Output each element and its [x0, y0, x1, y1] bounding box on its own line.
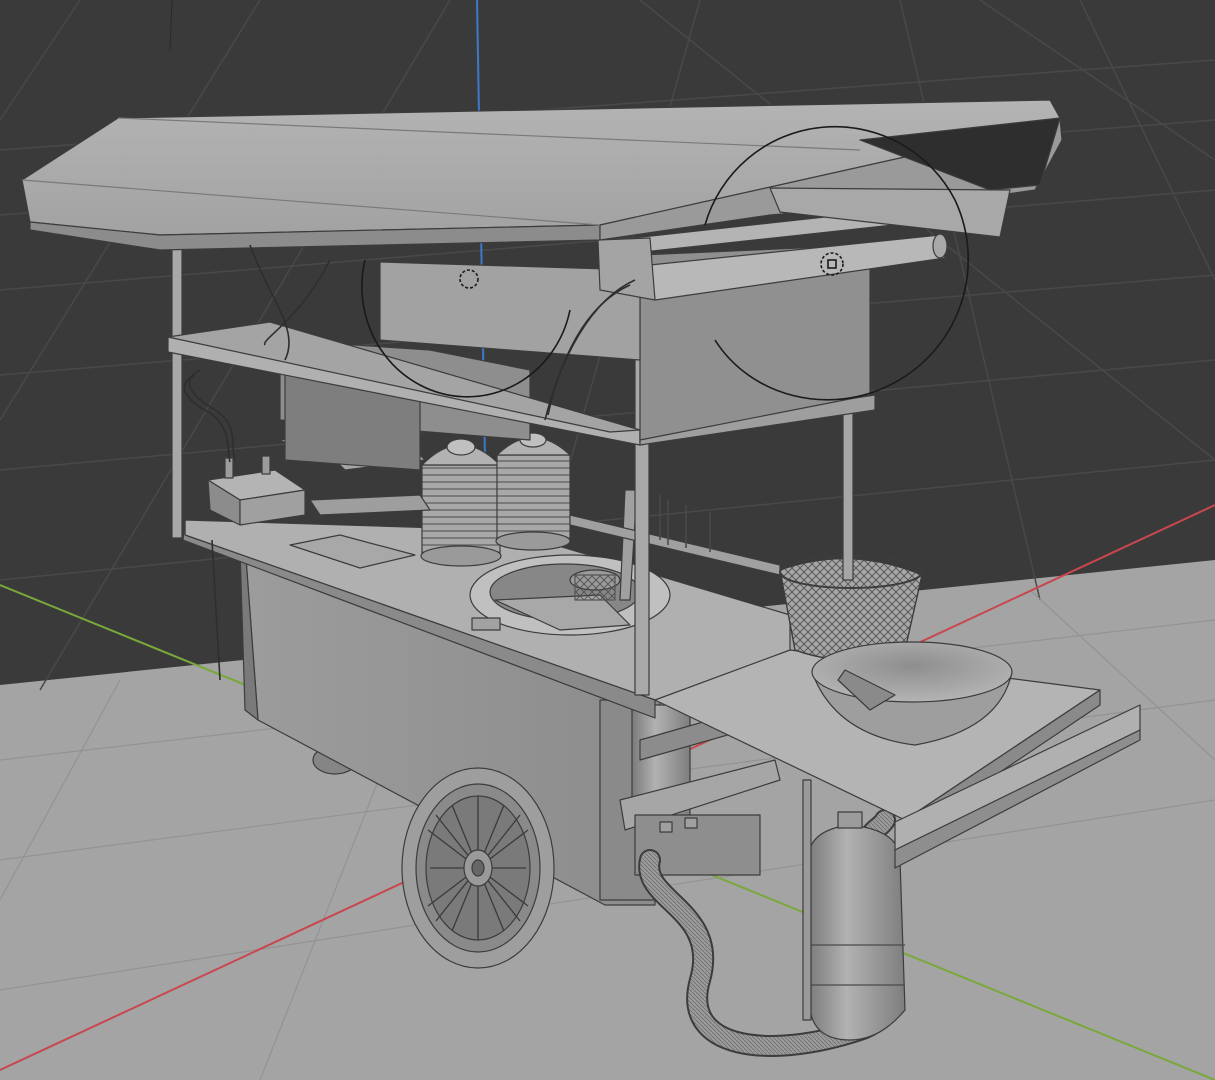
- post-back-left: [171, 237, 183, 539]
- viewport-canvas[interactable]: [0, 0, 1215, 1080]
- steamer-left: [420, 438, 502, 567]
- 3d-viewport[interactable]: [0, 0, 1215, 1080]
- post-right: [842, 404, 854, 581]
- gas-cylinder: [807, 811, 906, 1041]
- steamer-right: [495, 432, 571, 551]
- front-wheel: [401, 767, 555, 969]
